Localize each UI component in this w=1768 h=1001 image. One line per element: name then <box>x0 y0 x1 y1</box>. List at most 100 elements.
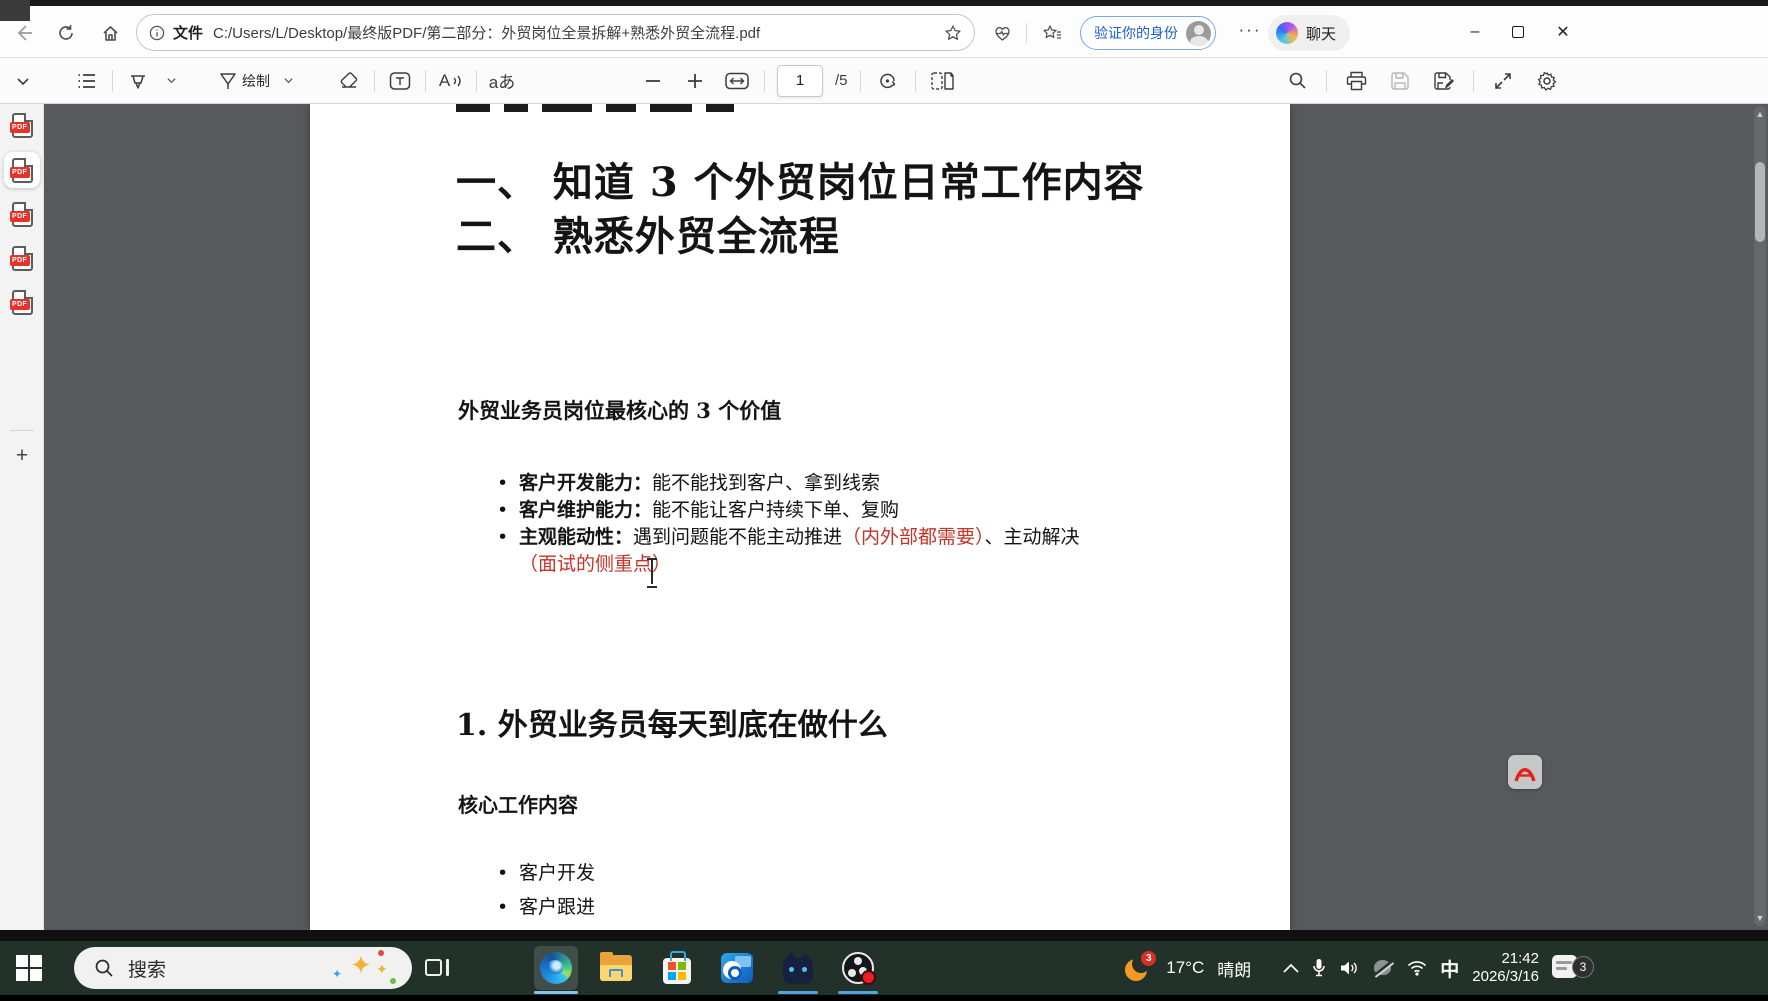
url-text: C:/Users/L/Desktop/最终版PDF/第二部分：外贸岗位全景拆解+… <box>213 22 936 43</box>
tabs-divider <box>10 430 34 431</box>
screen: 文件 C:/Users/L/Desktop/最终版PDF/第二部分：外贸岗位全景… <box>0 0 1768 1001</box>
clock[interactable]: 21:42 2026/3/16 <box>1472 950 1539 986</box>
time-text: 21:42 <box>1472 950 1539 968</box>
address-bar[interactable]: 文件 C:/Users/L/Desktop/最终版PDF/第二部分：外贸岗位全景… <box>136 14 975 51</box>
browser-essentials-button[interactable] <box>986 17 1018 49</box>
taskbar-file-explorer-button[interactable] <box>594 946 638 990</box>
new-tab-button[interactable]: + <box>4 440 40 472</box>
table-of-contents-button[interactable] <box>72 65 102 97</box>
obs-running-indicator <box>838 991 878 994</box>
muted-status-icon[interactable] <box>1372 957 1394 979</box>
vertical-scrollbar[interactable]: ▲ ▼ <box>1754 106 1766 926</box>
taskbar-obs-button[interactable] <box>836 946 880 990</box>
pdf-canvas: 一、 知道 3 个外贸岗位日常工作内容 二、 熟悉外贸全流程 外贸业务员岗位最核… <box>44 104 1768 930</box>
save-icon <box>1390 71 1410 91</box>
microphone-icon[interactable] <box>1312 958 1326 978</box>
verify-identity-button[interactable]: 验证你的身份 <box>1080 16 1216 50</box>
copilot-icon <box>1276 22 1298 44</box>
cat-app-running-indicator <box>778 991 818 994</box>
pdf-band-label: PDF <box>10 167 30 178</box>
wifi-icon[interactable] <box>1407 960 1427 976</box>
fullscreen-button[interactable] <box>1488 65 1518 97</box>
document-title: 一、 知道 3 个外贸岗位日常工作内容 二、 熟悉外贸全流程 <box>456 156 1145 264</box>
pdf-page[interactable]: 一、 知道 3 个外贸岗位日常工作内容 二、 熟悉外贸全流程 外贸业务员岗位最核… <box>310 104 1290 930</box>
taskbar-store-button[interactable] <box>655 946 699 990</box>
taskbar-cat-app-button[interactable] <box>776 946 820 990</box>
start-button[interactable] <box>16 955 42 981</box>
save-button[interactable] <box>1385 65 1415 97</box>
page-view-icon <box>931 71 955 91</box>
copilot-chat-button[interactable]: 聊天 <box>1268 15 1350 51</box>
save-as-button[interactable] <box>1429 65 1459 97</box>
window-close-button[interactable]: ✕ <box>1541 14 1585 50</box>
refresh-button[interactable] <box>50 17 82 49</box>
browser-menu-button[interactable]: ··· <box>1236 20 1264 40</box>
page-number-input[interactable] <box>777 65 823 97</box>
favorites-hub-button[interactable] <box>1036 17 1068 49</box>
search-document-button[interactable] <box>1282 65 1312 97</box>
print-button[interactable] <box>1341 65 1371 97</box>
favorites-hub-icon <box>1042 23 1062 43</box>
pdf-tab-4[interactable]: PDF <box>4 240 40 276</box>
outlook-icon <box>721 953 753 983</box>
pdf-tab-5[interactable]: PDF <box>4 284 40 320</box>
pdf-tab-2-active[interactable]: PDF <box>4 152 40 188</box>
bullet-text: 能不能让客户持续下单、复购 <box>652 499 899 521</box>
settings-button[interactable] <box>1532 65 1562 97</box>
home-button[interactable] <box>94 17 126 49</box>
page-count-label: /5 <box>835 72 848 89</box>
scroll-up-arrow[interactable]: ▲ <box>1754 109 1766 119</box>
edge-active-indicator <box>534 991 578 994</box>
highlighter-dropdown[interactable] <box>163 65 179 97</box>
zoom-in-button[interactable] <box>680 65 710 97</box>
window-maximize-button[interactable] <box>1496 14 1540 50</box>
eraser-button[interactable] <box>334 65 364 97</box>
list-item: 客户跟进 <box>493 890 1173 924</box>
scroll-down-arrow[interactable]: ▼ <box>1754 913 1766 923</box>
notification-center-button[interactable]: 3 <box>1552 953 1596 983</box>
hidden-icons-chevron[interactable] <box>1283 963 1299 973</box>
taskbar-outlook-button[interactable] <box>715 946 759 990</box>
task-view-button[interactable] <box>424 955 450 981</box>
list-item: 客户开发 <box>493 856 1173 890</box>
rotate-button[interactable] <box>873 65 903 97</box>
highlighter-button[interactable] <box>123 65 153 97</box>
pdf-file-icon: PDF <box>12 246 33 271</box>
url-scheme-label: 文件 <box>173 22 203 43</box>
scrollbar-thumb[interactable] <box>1755 162 1765 242</box>
translate-button[interactable]: aあ <box>487 65 517 97</box>
taskbar-search-box[interactable]: 搜索 ✦✦✦ <box>74 947 412 989</box>
pdf-tab-1[interactable]: PDF <box>4 107 40 143</box>
weather-button[interactable]: 3 <box>1123 953 1153 983</box>
plus-icon <box>687 73 703 89</box>
ime-indicator[interactable]: 中 <box>1440 955 1459 982</box>
speaker-icon[interactable] <box>1339 959 1359 977</box>
minus-icon <box>645 79 661 83</box>
zoom-out-button[interactable] <box>638 65 668 97</box>
pdf-file-icon: PDF <box>12 290 33 315</box>
search-icon <box>1288 71 1307 90</box>
back-button[interactable] <box>8 17 40 49</box>
add-text-button[interactable] <box>385 65 415 97</box>
draw-dropdown[interactable] <box>280 65 296 97</box>
core-work-list: 客户开发 客户跟进 报价与样品推进 <box>493 856 1173 930</box>
fit-to-width-button[interactable] <box>722 65 752 97</box>
favorite-star-button[interactable] <box>944 24 962 42</box>
taskbar-edge-button[interactable] <box>534 946 578 990</box>
back-icon <box>14 23 34 43</box>
window-minimize-button[interactable]: – <box>1453 14 1497 50</box>
file-explorer-icon <box>600 955 632 981</box>
page-view-button[interactable] <box>928 65 958 97</box>
maximize-icon <box>1512 26 1524 38</box>
bullet-text: 遇到问题能不能主动推进 <box>633 526 842 548</box>
draw-button[interactable]: 绘制 <box>219 65 270 97</box>
collapse-vertical-tabs-button[interactable] <box>8 65 38 97</box>
acrobat-extension-button[interactable] <box>1508 755 1542 789</box>
weather-condition[interactable]: 晴朗 <box>1217 956 1251 981</box>
toolbar-separator <box>1326 70 1327 92</box>
pdf-tab-3[interactable]: PDF <box>4 196 40 232</box>
toolbar-separator <box>425 70 426 92</box>
read-aloud-button[interactable]: A <box>436 65 466 97</box>
bullet-bold-text: 客户开发能力： <box>519 472 652 494</box>
weather-temperature[interactable]: 17°C <box>1166 958 1204 978</box>
